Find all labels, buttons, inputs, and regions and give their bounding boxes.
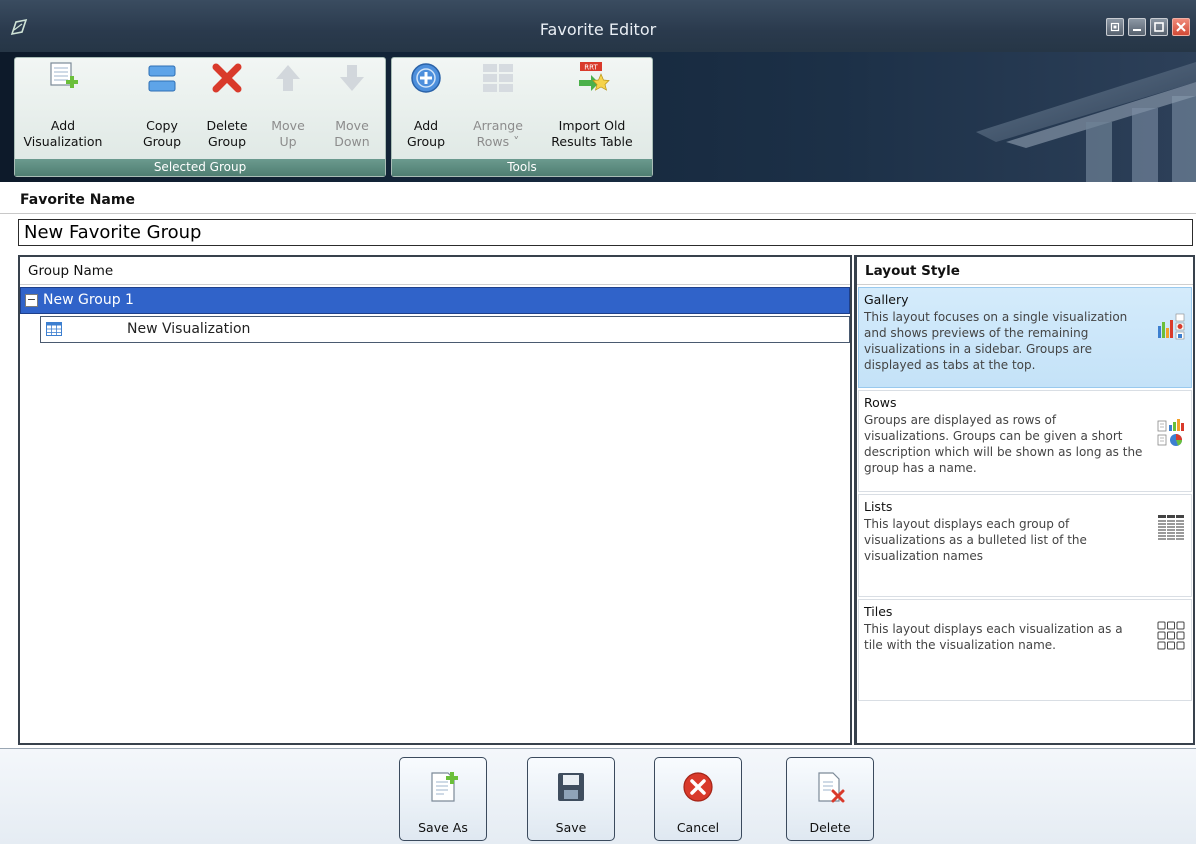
tree-visualization-row[interactable]: New Visualization [40,316,850,343]
layout-option-lists[interactable]: Lists This layout displays each group of… [858,494,1192,597]
table-grid-icon [46,322,62,336]
group-name-column-header: Group Name [20,257,850,285]
ribbon-group-selected: Add Visualization Copy Group Delete Grou… [14,57,386,177]
delete-label: Delete [809,820,851,835]
tree-group-row[interactable]: − New Group 1 [20,287,850,314]
arrange-rows-button[interactable]: Arrange Rows ˅ [464,60,532,160]
copy-group-button[interactable]: Copy Group [133,60,191,160]
layout-style-panel: Layout Style Gallery This layout focuses… [854,255,1195,745]
move-up-button[interactable]: Move Up [265,60,311,160]
rows-layout-icon [1157,419,1184,446]
group-name: New Group 1 [43,292,134,308]
close-button[interactable] [1172,18,1190,36]
layout-option-name: Lists [864,499,893,514]
arrange-rows-icon [483,64,513,92]
svg-text:RRT: RRT [584,64,598,72]
move-down-button[interactable]: Move Down [327,60,377,160]
move-down-label: Move Down [334,118,370,149]
add-visualization-icon [50,62,78,88]
add-group-button[interactable]: Add Group [398,60,454,160]
add-visualization-button[interactable]: Add Visualization [19,60,107,160]
copy-group-label: Copy Group [142,118,182,149]
delete-button[interactable]: Delete [786,757,874,841]
move-up-label: Move Up [271,118,305,149]
save-as-document-icon [431,772,458,802]
import-old-results-label: Import Old Results Table [551,118,633,149]
building-columns-decoration [976,62,1196,182]
delete-x-icon [212,63,242,93]
delete-document-icon [818,772,845,803]
window-title: Favorite Editor [539,20,657,39]
save-label: Save [555,820,587,835]
add-circle-icon [411,63,441,93]
layout-option-name: Tiles [864,604,893,619]
layout-option-description: This layout focuses on a single visualiz… [864,310,1128,372]
save-as-label: Save As [418,820,468,835]
layout-option-description: This layout displays each visualization … [864,622,1123,652]
cancel-label: Cancel [676,820,720,835]
layout-option-rows[interactable]: Rows Groups are displayed as rows of vis… [858,390,1192,492]
layout-option-name: Gallery [864,292,909,307]
layout-option-name: Rows [864,395,897,410]
arrange-rows-label: Arrange Rows ˅ [473,118,523,149]
restore-icon[interactable] [1106,18,1124,36]
favorite-name-input[interactable] [18,219,1193,246]
title-bar: Favorite Editor [0,0,1196,52]
delete-group-button[interactable]: Delete Group [201,60,253,160]
group-tree-panel: Group Name − New Group 1 New Visualizati… [18,255,852,745]
ribbon: Add Visualization Copy Group Delete Grou… [0,52,1196,182]
visualization-name: New Visualization [127,321,251,337]
gallery-layout-icon [1158,313,1185,340]
delete-group-label: Delete Group [206,118,248,149]
layout-option-description: This layout displays each group of visua… [864,517,1087,563]
favorite-name-label: Favorite Name [20,192,135,208]
save-button[interactable]: Save [527,757,615,841]
ribbon-group-label: Selected Group [15,159,385,176]
import-results-table-icon: RRT [579,62,610,91]
ribbon-group-label: Tools [392,159,652,176]
import-old-results-button[interactable]: RRT Import Old Results Table [540,60,644,160]
favorite-name-section: Favorite Name [0,182,1196,214]
add-visualization-label: Add Visualization [23,118,103,149]
window-controls [1106,18,1190,36]
copy-group-icon [148,65,176,92]
layout-option-description: Groups are displayed as rows of visualiz… [864,413,1143,475]
minimize-button[interactable] [1128,18,1146,36]
save-as-button[interactable]: Save As [399,757,487,841]
lists-layout-icon [1158,515,1184,540]
layout-option-gallery[interactable]: Gallery This layout focuses on a single … [858,287,1192,388]
floppy-disk-icon [558,773,584,801]
add-group-label: Add Group [406,118,446,149]
tiles-layout-icon [1157,621,1185,650]
layout-option-tiles[interactable]: Tiles This layout displays each visualiz… [858,599,1192,701]
cancel-x-circle-icon [683,772,713,802]
cancel-button[interactable]: Cancel [654,757,742,841]
bottom-action-bar: Save As Save Cancel Delete [0,748,1196,844]
layout-style-header: Layout Style [857,257,1193,285]
collapse-toggle-icon[interactable]: − [25,294,38,307]
maximize-button[interactable] [1150,18,1168,36]
arrow-up-icon [276,65,300,91]
arrow-down-icon [340,65,364,91]
ribbon-group-tools: Add Group Arrange Rows ˅ RRT Import Old … [391,57,653,177]
